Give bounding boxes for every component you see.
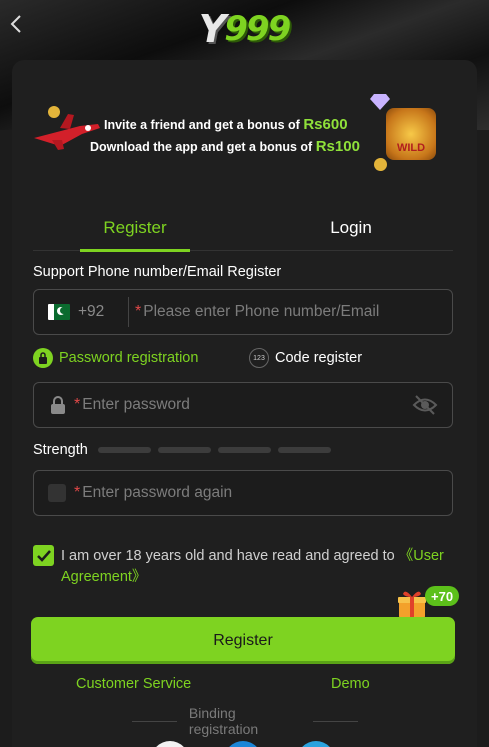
diamond-icon bbox=[370, 94, 390, 110]
divider-line bbox=[313, 720, 358, 722]
wild-slot-icon: WILD bbox=[386, 108, 436, 160]
demo-link[interactable]: Demo bbox=[331, 676, 370, 692]
required-mark: * bbox=[74, 396, 81, 413]
option-code-register[interactable]: 123 Code register bbox=[249, 348, 362, 368]
option-password-registration[interactable]: Password registration bbox=[33, 348, 198, 368]
app-logo: Y 999 bbox=[188, 6, 300, 52]
banner-text: Invite a friend and get a bonus of Rs600… bbox=[90, 114, 394, 158]
field-divider bbox=[128, 297, 129, 327]
tab-register[interactable]: Register bbox=[80, 205, 190, 252]
banner-line2: Download the app and get a bonus of bbox=[90, 140, 316, 154]
banner-line1: Invite a friend and get a bonus of bbox=[104, 118, 304, 132]
country-code[interactable]: +92 bbox=[78, 303, 128, 321]
registration-options: Password registration 123 Code register bbox=[33, 346, 453, 372]
binding-title: Binding registration bbox=[188, 705, 259, 737]
back-button[interactable] bbox=[4, 10, 28, 38]
logo-number: 999 bbox=[224, 9, 291, 49]
logo-letter: Y bbox=[198, 7, 226, 51]
divider-line bbox=[132, 720, 177, 722]
password-placeholder: Enter password bbox=[82, 396, 190, 413]
strength-bar bbox=[157, 447, 211, 453]
agreement-text: I am over 18 years old and have read and… bbox=[61, 546, 453, 588]
lock-icon bbox=[51, 396, 65, 414]
binding-registration: Binding registration bbox=[120, 705, 370, 737]
phone-email-input[interactable]: +92 * Please enter Phone number/Email bbox=[33, 289, 453, 335]
register-button[interactable]: Register bbox=[31, 617, 455, 664]
section-title: Support Phone number/Email Register bbox=[33, 264, 282, 280]
pakistan-flag-icon[interactable] bbox=[48, 304, 70, 320]
banner-amount-2: Rs100 bbox=[315, 138, 360, 155]
confirm-password-input[interactable]: * Enter password again bbox=[33, 470, 453, 516]
option-password-label: Password registration bbox=[59, 350, 199, 366]
bonus-badge: +70 bbox=[425, 586, 460, 606]
strength-bar bbox=[97, 447, 151, 453]
age-agreement: I am over 18 years old and have read and… bbox=[33, 544, 453, 588]
strength-label: Strength bbox=[33, 442, 88, 458]
required-mark: * bbox=[74, 484, 81, 501]
coin-icon bbox=[374, 158, 387, 171]
square-icon bbox=[48, 484, 66, 502]
wild-label: WILD bbox=[396, 142, 426, 154]
agreement-checkbox[interactable] bbox=[33, 545, 54, 566]
promo-banner[interactable]: Invite a friend and get a bonus of Rs600… bbox=[30, 92, 458, 180]
gift-icon bbox=[398, 591, 426, 618]
coin-icon bbox=[48, 106, 60, 118]
strength-bar bbox=[277, 447, 331, 453]
phone-placeholder: Please enter Phone number/Email bbox=[143, 303, 380, 320]
eye-off-icon[interactable] bbox=[412, 394, 438, 416]
checkmark-icon bbox=[36, 549, 51, 562]
password-strength: Strength bbox=[33, 440, 331, 460]
agreement-label: I am over 18 years old and have read and… bbox=[61, 548, 399, 564]
password-input[interactable]: * Enter password bbox=[33, 382, 453, 428]
banner-amount-1: Rs600 bbox=[303, 116, 348, 133]
auth-tabs: Register Login bbox=[33, 205, 453, 252]
option-code-label: Code register bbox=[275, 350, 363, 366]
lock-icon bbox=[33, 348, 53, 368]
strength-bar bbox=[217, 447, 271, 453]
tab-login[interactable]: Login bbox=[296, 205, 406, 251]
customer-service-link[interactable]: Customer Service bbox=[76, 676, 191, 692]
numbers-icon: 123 bbox=[249, 348, 269, 368]
confirm-password-placeholder: Enter password again bbox=[82, 484, 233, 501]
back-chevron-icon bbox=[10, 15, 21, 33]
footer-links: Customer Service Demo bbox=[33, 676, 453, 696]
required-mark: * bbox=[135, 303, 142, 320]
